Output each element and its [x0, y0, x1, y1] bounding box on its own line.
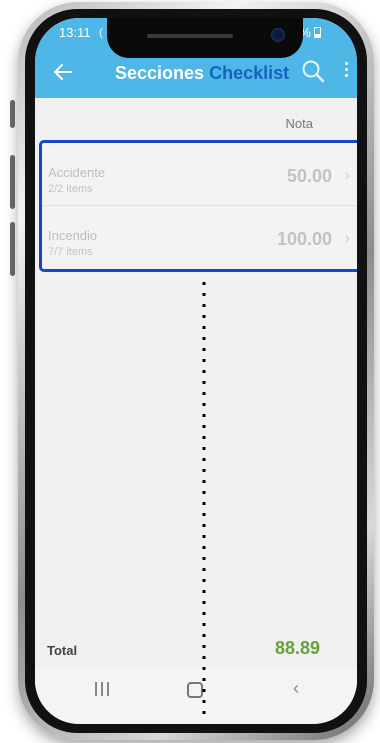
- main-content: Nota Accidente 2/2 items 50.00 › Incendi…: [35, 98, 357, 688]
- chevron-right-icon: ›: [344, 167, 350, 184]
- system-nav-bar: ‹: [35, 668, 357, 724]
- camera-notch: [107, 18, 303, 58]
- nav-back-icon[interactable]: ‹: [293, 678, 299, 699]
- volume-up-button: [10, 100, 15, 128]
- total-value: 88.89: [275, 638, 321, 658]
- list-item[interactable]: Accidente 2/2 items 50.00 ›: [42, 143, 357, 206]
- page-title: Secciones Checklist: [115, 63, 289, 84]
- search-icon[interactable]: [300, 58, 326, 84]
- title-accent: Checklist: [209, 63, 290, 83]
- total-label: Total: [47, 643, 78, 658]
- speaker-grille: [147, 34, 233, 38]
- dotted-guide-line: [202, 282, 206, 722]
- title-main: Secciones: [115, 63, 205, 83]
- phone-screen: 13:11 ( ) 23% Secciones Checklist: [35, 18, 357, 724]
- section-count: 2/2 items: [48, 183, 93, 195]
- section-score: 100.00: [276, 229, 332, 249]
- sections-list: Accidente 2/2 items 50.00 › Incendio 7/7…: [39, 140, 357, 272]
- column-header-nota: Nota: [285, 116, 313, 131]
- section-count: 7/7 items: [48, 246, 93, 258]
- power-button: [10, 222, 15, 276]
- app-bar: 13:11 ( ) 23% Secciones Checklist: [35, 18, 357, 98]
- section-score: 50.00: [286, 166, 332, 186]
- more-vertical-icon[interactable]: [345, 62, 351, 82]
- battery-icon: [314, 27, 321, 38]
- section-name: Incendio: [48, 228, 98, 243]
- volume-down-button: [10, 155, 15, 209]
- arrow-left-icon[interactable]: [51, 60, 75, 84]
- section-name: Accidente: [48, 165, 106, 180]
- status-time: 13:11: [59, 25, 91, 40]
- list-item[interactable]: Incendio 7/7 items 100.00 ›: [42, 206, 357, 269]
- chevron-right-icon: ›: [344, 230, 350, 247]
- column-header-row: Nota: [35, 98, 357, 138]
- recent-apps-icon[interactable]: [95, 682, 113, 698]
- front-camera: [271, 28, 285, 42]
- home-icon[interactable]: [187, 682, 203, 698]
